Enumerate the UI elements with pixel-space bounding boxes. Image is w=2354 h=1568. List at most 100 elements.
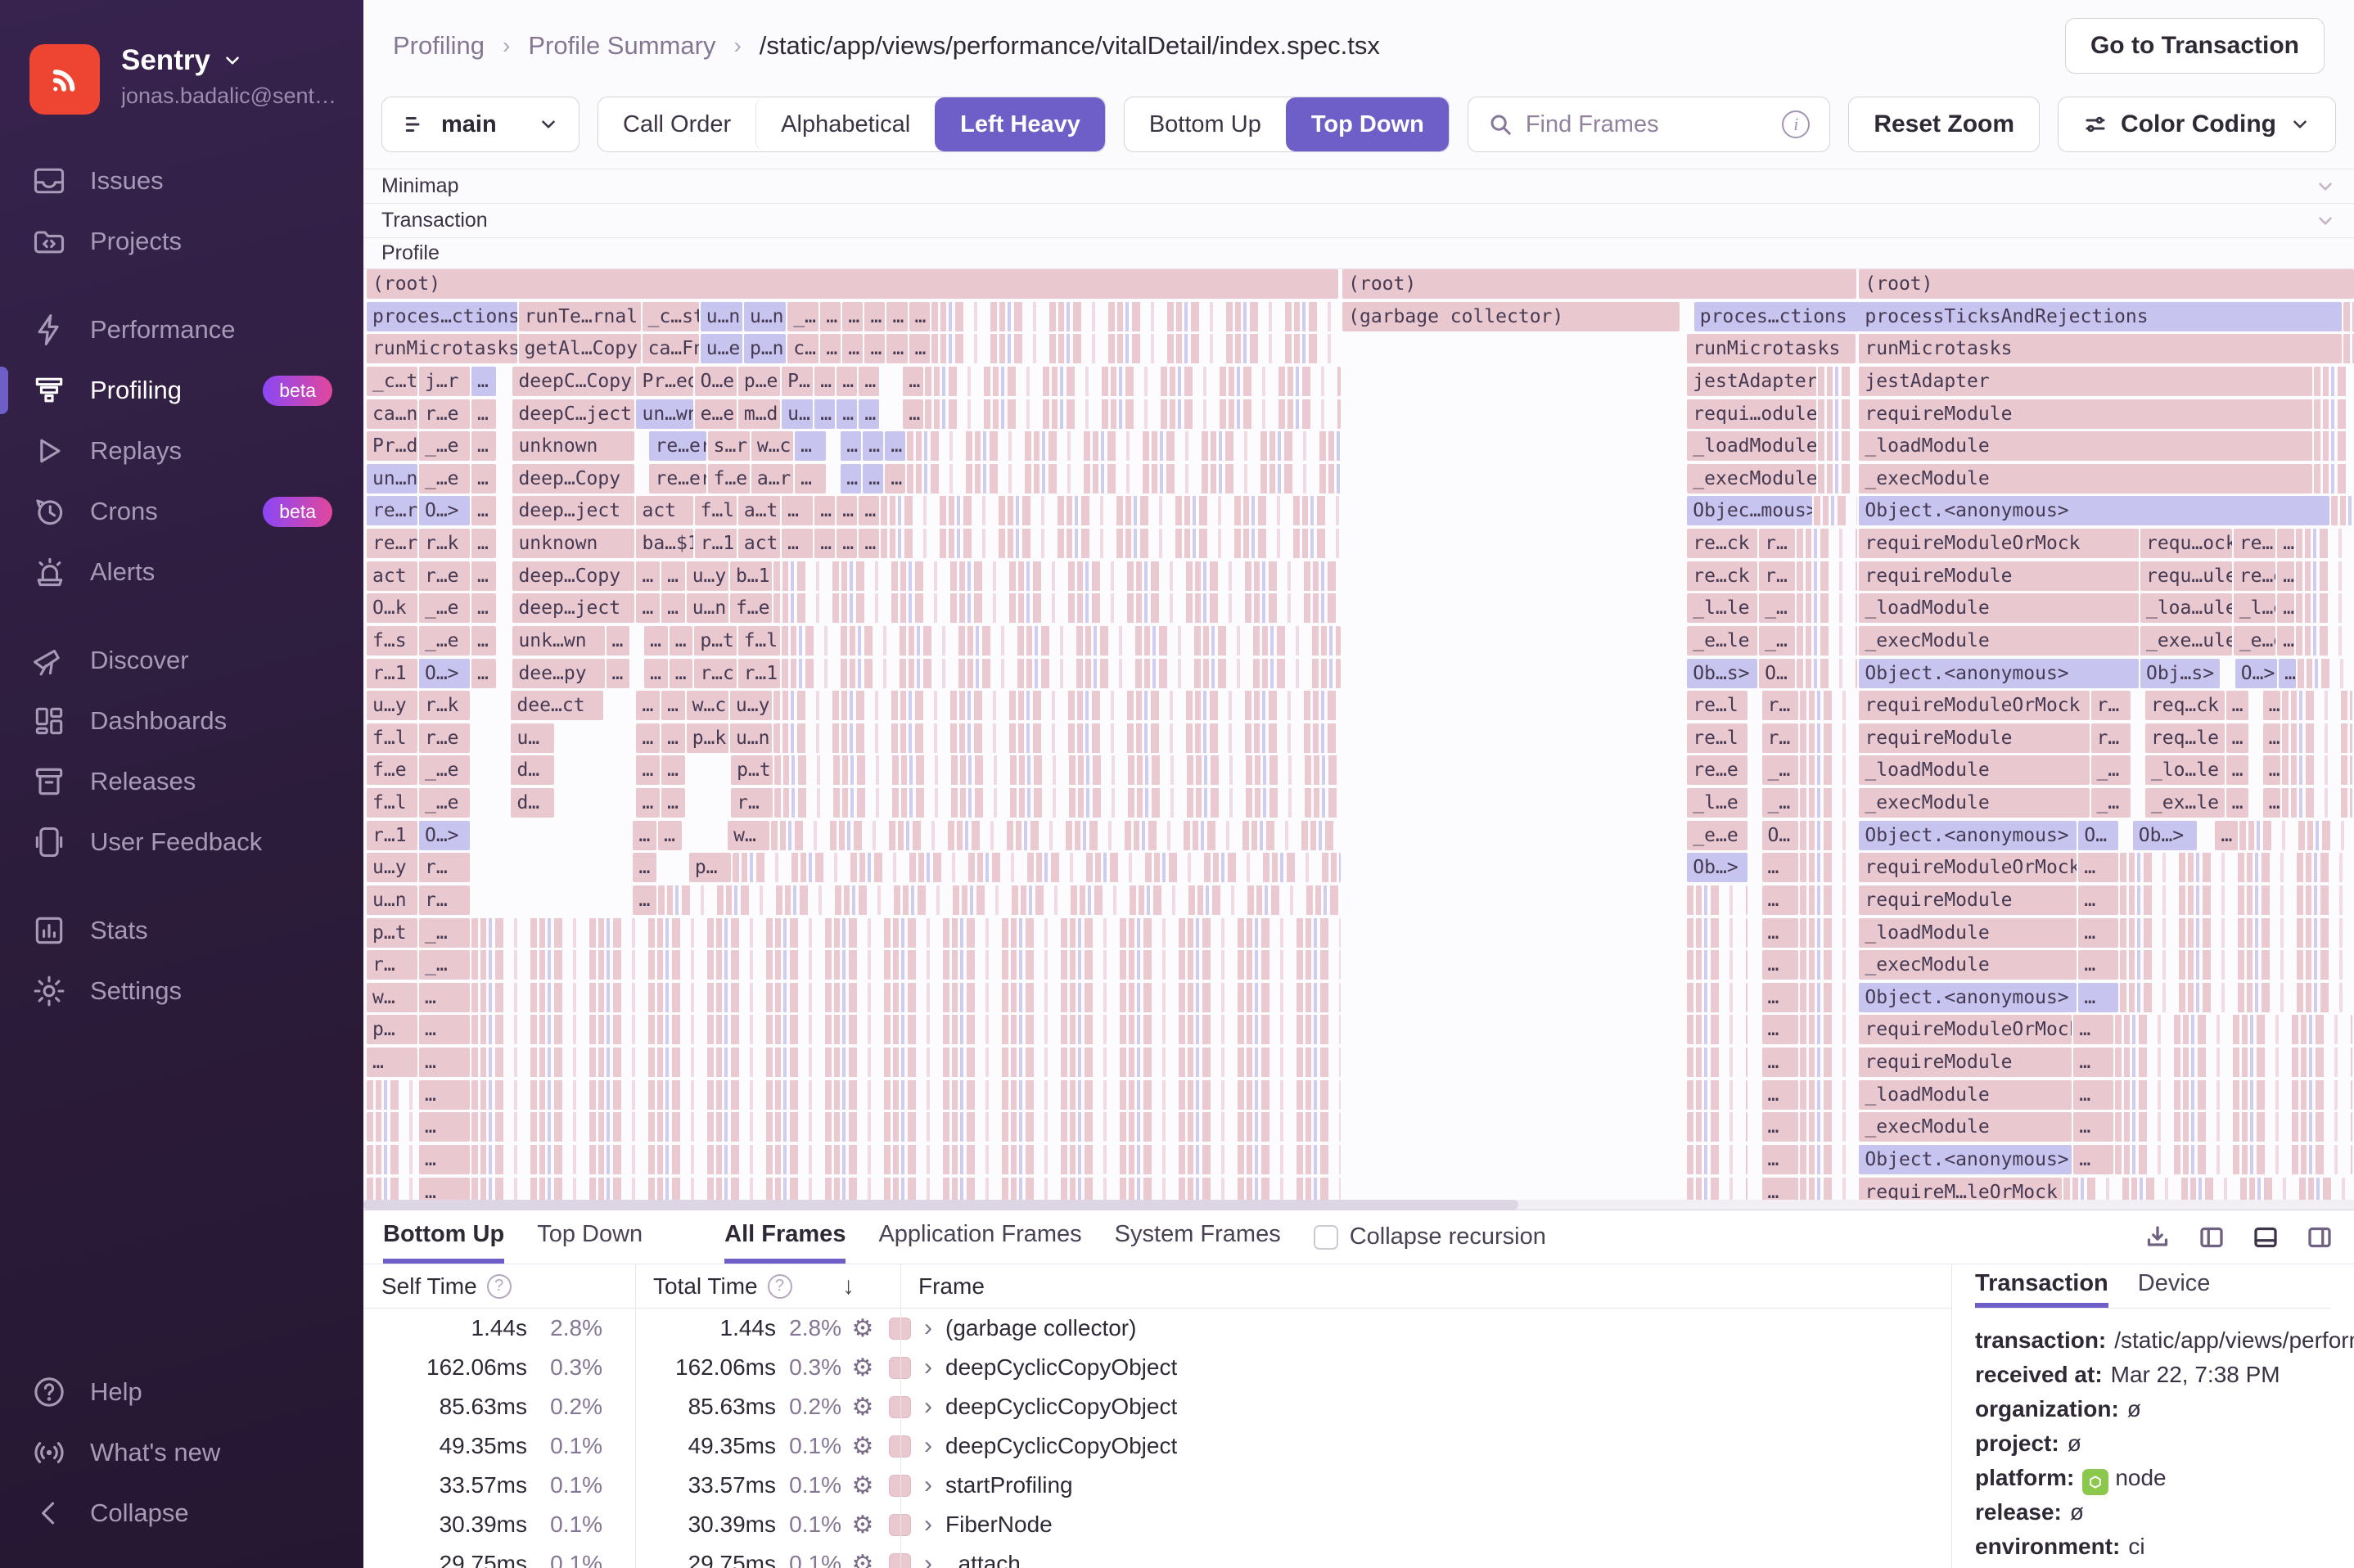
flame-frame[interactable]: d… xyxy=(511,755,554,786)
flame-frame[interactable]: … xyxy=(636,561,661,591)
flame-frame[interactable]: re…e xyxy=(1687,755,1747,786)
flame-frame[interactable]: jestAdapter xyxy=(1859,366,2312,396)
collapse-recursion-checkbox[interactable] xyxy=(1313,1224,1338,1250)
color-coding-button[interactable]: Color Coding xyxy=(2058,97,2336,152)
flame-frame[interactable]: _c…t xyxy=(367,366,417,396)
sidebar-item-user-feedback[interactable]: User Feedback xyxy=(0,812,363,872)
flame-frame[interactable]: … xyxy=(837,399,858,429)
flame-frame[interactable]: _execModule xyxy=(1859,950,2077,980)
sidebar-item-help[interactable]: Help xyxy=(0,1362,363,1422)
flame-frame[interactable]: req…le xyxy=(2144,723,2225,753)
minimap-section-header[interactable]: Minimap xyxy=(363,169,2354,203)
chevron-down-icon[interactable] xyxy=(2315,176,2336,197)
flame-frame[interactable]: jestAdapter xyxy=(1687,366,1817,396)
flame-frame[interactable]: … xyxy=(636,788,661,818)
flame-frame[interactable]: … xyxy=(636,691,661,721)
flame-frame[interactable]: _loadModule xyxy=(1859,755,2090,786)
flame-frame[interactable]: _c…st xyxy=(642,301,699,331)
flame-frame[interactable]: u…n xyxy=(686,593,728,624)
flame-frame[interactable]: u…y xyxy=(367,691,417,721)
flame-frame[interactable]: w… xyxy=(728,820,770,850)
flame-frame[interactable]: r… xyxy=(1761,691,1798,721)
flame-frame[interactable]: … xyxy=(471,529,496,558)
flame-frame[interactable]: … xyxy=(2215,820,2238,850)
flame-frame[interactable]: r… xyxy=(731,788,773,818)
flame-frame[interactable]: … xyxy=(471,658,496,688)
flame-frame[interactable]: _loadModule xyxy=(1859,431,2312,462)
flame-frame[interactable]: … xyxy=(1761,853,1798,883)
flame-frame[interactable]: … xyxy=(842,334,864,364)
flame-frame[interactable]: … xyxy=(2225,788,2248,818)
flame-frame[interactable]: m…d xyxy=(737,399,781,429)
table-row[interactable]: 29.75ms 0.1% 29.75ms 0.1% ⚙ › _attach xyxy=(363,1544,1951,1568)
flame-frame[interactable]: r…c xyxy=(694,658,737,688)
tab-all-frames[interactable]: All Frames xyxy=(724,1210,846,1264)
flame-frame[interactable]: u… xyxy=(511,723,554,753)
flame-frame[interactable]: u…n xyxy=(700,301,742,331)
gear-icon[interactable]: ⚙ xyxy=(841,1432,884,1461)
flame-frame[interactable]: (root) xyxy=(1342,269,1856,299)
flame-frame[interactable]: … xyxy=(864,301,886,331)
flame-frame[interactable]: f…l xyxy=(737,625,780,656)
flame-frame[interactable]: … xyxy=(795,463,827,493)
flame-frame[interactable]: … xyxy=(1761,950,1798,980)
flame-frame[interactable]: Objec…mous> xyxy=(1687,496,1813,526)
flame-frame[interactable]: … xyxy=(842,301,864,331)
info-tab-transaction[interactable]: Transaction xyxy=(1975,1264,2108,1308)
flame-frame[interactable]: … xyxy=(2073,1144,2113,1174)
expand-chevron-icon[interactable]: › xyxy=(924,1511,932,1539)
sidebar-item-replays[interactable]: Replays xyxy=(0,421,363,481)
flame-frame[interactable]: r…k xyxy=(418,529,470,558)
flame-frame[interactable]: r… xyxy=(418,853,470,883)
flame-frame[interactable]: act xyxy=(737,529,781,558)
flame-frame[interactable]: a…t xyxy=(737,496,781,526)
tab-system-frames[interactable]: System Frames xyxy=(1115,1210,1281,1264)
flame-frame[interactable]: u… xyxy=(782,399,814,429)
flame-frame[interactable]: O… xyxy=(1759,658,1796,688)
flame-frame[interactable]: … xyxy=(418,1015,470,1045)
flame-frame[interactable]: … xyxy=(418,1048,470,1077)
flame-frame[interactable]: _execModule xyxy=(1859,1112,2072,1142)
flame-frame[interactable]: act xyxy=(636,496,693,526)
flame-frame[interactable]: r… xyxy=(2090,691,2131,721)
flame-frame[interactable]: Pr…d xyxy=(367,431,417,462)
flame-frame[interactable]: … xyxy=(661,593,685,624)
flame-frame[interactable]: O…> xyxy=(2234,658,2278,688)
flame-frame[interactable]: … xyxy=(669,658,693,688)
flame-frame[interactable]: … xyxy=(2262,755,2280,786)
flame-frame[interactable]: … xyxy=(633,885,657,915)
flame-frame[interactable]: un…n xyxy=(367,463,417,493)
expand-chevron-icon[interactable]: › xyxy=(924,1393,932,1421)
flame-frame[interactable]: … xyxy=(1761,1112,1798,1142)
flame-frame[interactable]: O…> xyxy=(418,496,470,526)
flame-frame[interactable]: … xyxy=(795,431,827,462)
flame-frame[interactable]: … xyxy=(1761,982,1798,1012)
total-time-info-icon[interactable]: ? xyxy=(767,1273,792,1299)
flame-frame[interactable]: … xyxy=(661,755,685,786)
breadcrumb-profiling[interactable]: Profiling xyxy=(393,31,485,61)
flame-frame[interactable]: O…e xyxy=(694,366,737,396)
flame-frame[interactable]: … xyxy=(909,301,930,331)
flame-frame[interactable]: … xyxy=(2078,950,2118,980)
flame-frame[interactable]: _execModule xyxy=(1859,625,2139,656)
flame-frame[interactable]: … xyxy=(859,366,880,396)
flame-frame[interactable]: r… xyxy=(2090,723,2131,753)
expand-chevron-icon[interactable]: › xyxy=(924,1550,932,1568)
flame-frame[interactable]: P… xyxy=(782,366,814,396)
flame-frame[interactable]: … xyxy=(864,334,886,364)
dock-left-icon[interactable] xyxy=(2197,1223,2226,1252)
flame-frame[interactable]: … xyxy=(367,1048,417,1077)
flame-frame[interactable]: … xyxy=(633,853,657,883)
tab-bottom-up[interactable]: Bottom Up xyxy=(383,1210,505,1264)
flame-frame[interactable]: O… xyxy=(1761,820,1798,850)
flame-frame[interactable]: … xyxy=(658,820,682,850)
flame-frame[interactable]: _e…e xyxy=(2233,625,2276,656)
flame-frame[interactable]: s…r xyxy=(707,431,750,462)
flame-frame[interactable]: … xyxy=(814,399,836,429)
flame-frame[interactable]: ca…Fn xyxy=(642,334,699,364)
flame-frame[interactable]: … xyxy=(2225,691,2248,721)
flame-frame[interactable]: … xyxy=(837,366,858,396)
flame-frame[interactable]: f…e xyxy=(729,593,773,624)
flame-frame[interactable]: … xyxy=(2262,723,2280,753)
dock-right-icon[interactable] xyxy=(2305,1223,2334,1252)
